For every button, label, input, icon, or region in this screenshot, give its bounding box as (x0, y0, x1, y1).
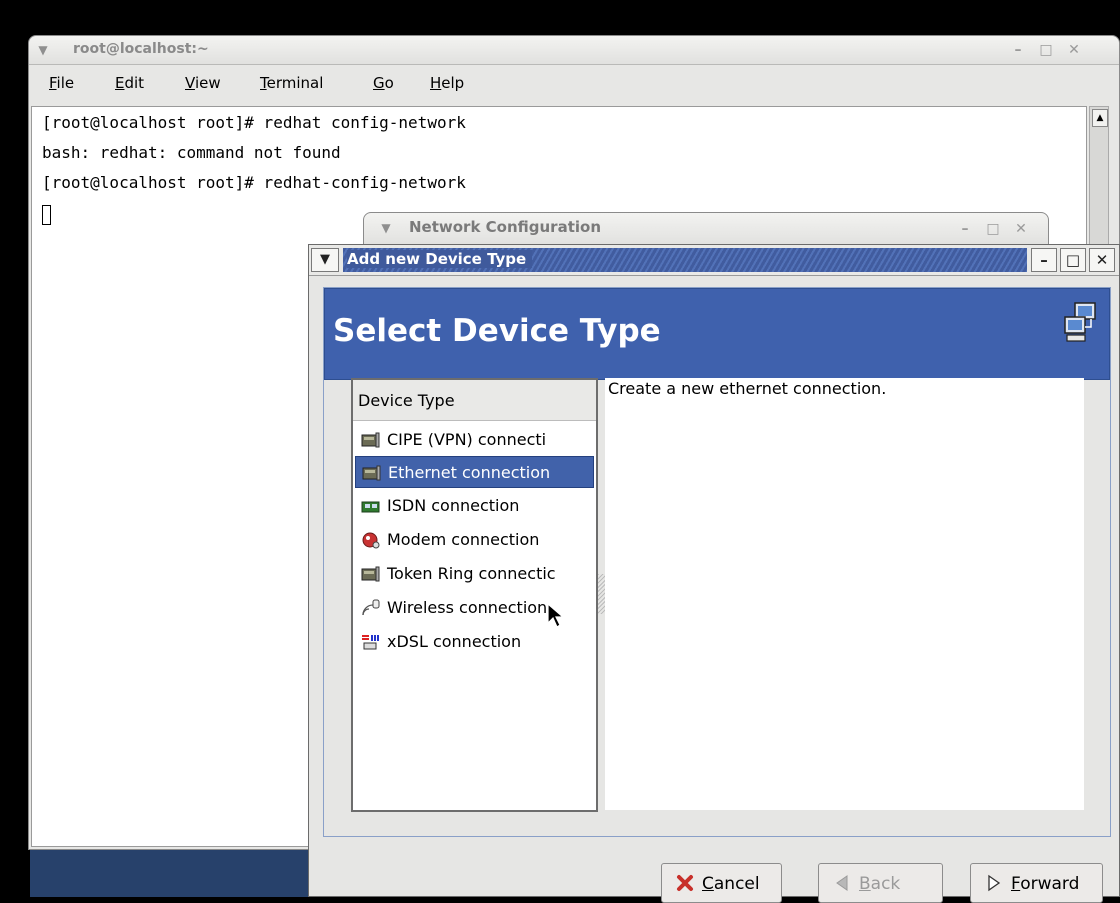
menu-terminal[interactable]: Terminal (260, 74, 323, 92)
description-text: Create a new ethernet connection. (608, 379, 887, 398)
dialog-titlebar[interactable]: ▼ Add new Device Type – □ ✕ (309, 245, 1119, 276)
device-type-label: CIPE (VPN) connecti (387, 430, 547, 449)
terminal-line: [root@localhost root]# redhat config-net… (42, 113, 466, 132)
device-type-modem[interactable]: Modem connection (355, 524, 594, 556)
dialog-title: Add new Device Type (347, 250, 533, 268)
close-icon[interactable]: ✕ (1089, 248, 1115, 272)
network-card-icon (362, 465, 381, 481)
terminal-cursor (42, 205, 51, 225)
device-type-isdn[interactable]: ISDN connection (355, 490, 594, 522)
menu-view[interactable]: View (185, 74, 221, 92)
network-computers-icon (1064, 302, 1096, 342)
list-column-header[interactable]: Device Type (353, 380, 596, 421)
device-type-label: Wireless connection (387, 598, 548, 617)
window-menu-icon[interactable]: ▼ (378, 220, 394, 236)
forward-button[interactable]: Forward (970, 863, 1103, 903)
menu-edit[interactable]: Edit (115, 74, 144, 92)
column-header-label: Device Type (358, 391, 455, 410)
maximize-icon[interactable]: □ (1060, 248, 1086, 272)
pane-resize-handle[interactable] (598, 574, 605, 614)
cancel-button[interactable]: Cancel (661, 863, 782, 903)
window-menu-icon[interactable]: ▼ (35, 42, 51, 58)
device-type-label: xDSL connection (387, 632, 522, 651)
minimize-icon[interactable]: – (1009, 41, 1027, 59)
back-button[interactable]: Back (818, 863, 943, 903)
add-device-type-dialog: ▼ Add new Device Type – □ ✕ Select Devic… (308, 244, 1120, 903)
device-type-label: Ethernet connection (388, 463, 551, 482)
page-title: Select Device Type (333, 313, 661, 349)
device-type-token-ring[interactable]: Token Ring connectic (355, 558, 594, 590)
device-type-label: ISDN connection (387, 496, 520, 515)
device-type-label: Token Ring connectic (387, 564, 556, 583)
terminal-line: [root@localhost root]# redhat-config-net… (42, 173, 466, 192)
close-icon[interactable]: ✕ (1012, 220, 1030, 238)
window-menu-icon[interactable]: ▼ (311, 248, 339, 272)
dialog-title-stripe[interactable]: Add new Device Type (343, 248, 1027, 272)
wireless-icon (362, 599, 380, 616)
network-configuration-window[interactable]: ▼ Network Configuration – □ ✕ (363, 212, 1049, 246)
close-icon[interactable]: ✕ (1065, 41, 1083, 59)
device-type-list[interactable]: Device Type CIPE (VPN) connecti Ethernet… (351, 378, 598, 812)
scroll-up-icon[interactable]: ▲ (1092, 109, 1108, 127)
minimize-icon[interactable]: – (956, 220, 974, 238)
dialog-content-panel: Select Device Type Device Type CIPE (VPN… (323, 287, 1111, 837)
device-type-description: Create a new ethernet connection. (605, 378, 1084, 810)
dialog-banner: Select Device Type (324, 288, 1110, 380)
modem-icon (362, 532, 380, 549)
maximize-icon[interactable]: □ (984, 220, 1002, 238)
terminal-title: root@localhost:~ (73, 41, 209, 57)
cancel-icon (677, 875, 693, 891)
isdn-card-icon (361, 501, 380, 513)
device-type-xdsl[interactable]: xDSL connection (355, 626, 594, 658)
dsl-icon (362, 635, 379, 650)
maximize-icon[interactable]: □ (1037, 41, 1055, 59)
device-type-ethernet[interactable]: Ethernet connection (355, 456, 594, 488)
network-configuration-title: Network Configuration (409, 218, 601, 236)
terminal-titlebar[interactable]: ▼ root@localhost:~ – □ ✕ (29, 36, 1119, 65)
network-card-icon (361, 566, 380, 582)
menu-go[interactable]: Go (373, 74, 394, 92)
back-arrow-icon (836, 875, 848, 891)
device-type-label: Modem connection (387, 530, 540, 549)
forward-arrow-icon (988, 874, 1001, 892)
network-card-icon (361, 432, 380, 448)
menu-help[interactable]: Help (430, 74, 464, 92)
terminal-menubar: File Edit View Terminal Go Help (29, 65, 1119, 103)
terminal-line: bash: redhat: command not found (42, 143, 341, 162)
desktop-background-panel (30, 850, 320, 897)
minimize-icon[interactable]: – (1031, 248, 1057, 272)
mouse-pointer-icon (547, 603, 565, 628)
device-type-cipe[interactable]: CIPE (VPN) connecti (355, 424, 594, 456)
menu-file[interactable]: File (49, 74, 74, 92)
